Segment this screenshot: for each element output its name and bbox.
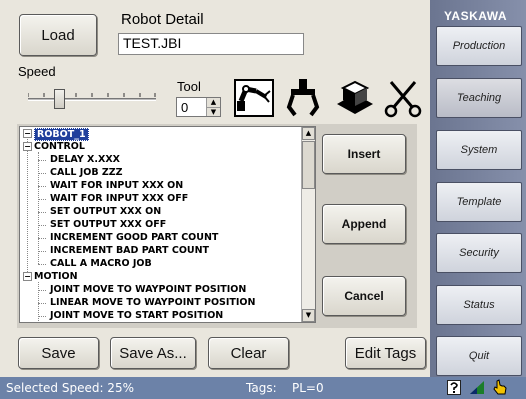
conveyor-icon[interactable] bbox=[333, 78, 373, 116]
save-as-button[interactable]: Save As... bbox=[110, 337, 196, 369]
tree-connector bbox=[38, 186, 46, 187]
job-name-value: TEST.JBI bbox=[123, 35, 182, 51]
tree-scrollbar[interactable]: ▲ ▼ bbox=[301, 127, 315, 322]
tree-item[interactable]: WAIT FOR INPUT XXX OFF bbox=[50, 193, 188, 204]
hand-pointer-icon bbox=[492, 379, 508, 396]
speed-slider[interactable] bbox=[22, 84, 162, 114]
robot-detail-label: Robot Detail bbox=[121, 11, 204, 28]
tree-item[interactable]: CALL A MACRO JOB bbox=[50, 258, 152, 269]
tool-spinner[interactable]: 0 ▲ ▼ bbox=[176, 97, 221, 117]
scroll-thumb[interactable] bbox=[302, 141, 315, 189]
tree-root[interactable]: ROBOT_1 bbox=[34, 128, 89, 141]
tree-connector bbox=[38, 160, 46, 161]
spin-down-button[interactable]: ▼ bbox=[206, 107, 220, 116]
speed-label: Speed bbox=[18, 64, 56, 79]
tree-connector bbox=[38, 238, 46, 239]
tree-connector bbox=[38, 152, 39, 264]
gripper-icon[interactable] bbox=[283, 77, 323, 117]
tree-item[interactable]: CALL JOB ZZZ bbox=[50, 167, 123, 178]
root-collapse-icon[interactable]: − bbox=[23, 129, 32, 138]
pl-text: PL=0 bbox=[292, 381, 324, 395]
spin-up-button[interactable]: ▲ bbox=[206, 98, 220, 107]
tree-connector bbox=[38, 199, 46, 200]
tree-connector bbox=[38, 264, 46, 265]
scroll-up-button[interactable]: ▲ bbox=[302, 127, 315, 140]
tree-connector bbox=[38, 212, 46, 213]
tree-item[interactable]: SET OUTPUT XXX ON bbox=[50, 206, 161, 217]
tree-item[interactable]: JOINT MOVE TO WAYPOINT POSITION bbox=[50, 284, 246, 295]
slider-ticks-svg bbox=[27, 93, 156, 97]
edit-tags-button[interactable]: Edit Tags bbox=[345, 337, 426, 369]
robot-arm-icon[interactable] bbox=[234, 79, 274, 117]
tool-label: Tool bbox=[177, 79, 201, 94]
tree-item[interactable]: INCREMENT GOOD PART COUNT bbox=[50, 232, 218, 243]
signal-icon bbox=[469, 380, 485, 395]
instruction-tree[interactable]: − ROBOT_1 − CONTROL DELAY X.XXX CALL JOB… bbox=[19, 126, 316, 323]
job-name-field[interactable]: TEST.JBI bbox=[118, 33, 304, 55]
scroll-down-button[interactable]: ▼ bbox=[302, 309, 315, 322]
tree-group-motion[interactable]: MOTION bbox=[34, 271, 78, 282]
tree-connector bbox=[38, 225, 46, 226]
clear-button[interactable]: Clear bbox=[208, 337, 289, 369]
nav-teaching[interactable]: Teaching bbox=[436, 78, 522, 118]
scissors-icon[interactable] bbox=[383, 78, 423, 118]
motion-collapse-icon[interactable]: − bbox=[23, 272, 32, 281]
tree-item[interactable]: JOINT MOVE TO START POSITION bbox=[50, 310, 223, 321]
nav-system[interactable]: System bbox=[436, 130, 522, 170]
tags-text: Tags: bbox=[246, 381, 277, 395]
tree-connector bbox=[38, 173, 46, 174]
slider-track bbox=[28, 98, 156, 101]
load-button[interactable]: Load bbox=[19, 14, 97, 56]
tree-connector bbox=[38, 290, 46, 291]
nav-template[interactable]: Template bbox=[436, 182, 522, 222]
control-collapse-icon[interactable]: − bbox=[23, 142, 32, 151]
tree-group-control[interactable]: CONTROL bbox=[34, 141, 85, 152]
tree-item[interactable]: DELAY X.XXX bbox=[50, 154, 120, 165]
tree-item[interactable]: INCREMENT BAD PART COUNT bbox=[50, 245, 209, 256]
tree-connector bbox=[38, 316, 46, 317]
save-button[interactable]: Save bbox=[18, 337, 99, 369]
tree-connector bbox=[38, 251, 46, 252]
slider-ticks bbox=[27, 86, 156, 97]
nav-status[interactable]: Status bbox=[436, 285, 522, 325]
append-button[interactable]: Append bbox=[322, 204, 406, 244]
status-bar: Selected Speed: 25% Tags: PL=0 bbox=[0, 377, 526, 399]
sidebar: YASKAWA Production Teaching System Templ… bbox=[430, 0, 526, 383]
brand-logo: YASKAWA bbox=[444, 9, 508, 23]
nav-quit[interactable]: Quit bbox=[436, 336, 522, 376]
tree-item[interactable]: WAIT FOR INPUT XXX ON bbox=[50, 180, 183, 191]
tree-item[interactable]: SET OUTPUT XXX OFF bbox=[50, 219, 166, 230]
selected-speed-text: Selected Speed: 25% bbox=[6, 381, 134, 395]
tree-connector bbox=[27, 139, 28, 272]
insert-button[interactable]: Insert bbox=[322, 134, 406, 174]
cancel-button[interactable]: Cancel bbox=[322, 276, 406, 316]
nav-security[interactable]: Security bbox=[436, 233, 522, 273]
help-icon[interactable] bbox=[447, 380, 461, 395]
slider-thumb[interactable] bbox=[54, 89, 65, 109]
tree-connector bbox=[38, 303, 46, 304]
tool-value: 0 bbox=[181, 100, 189, 115]
nav-production[interactable]: Production bbox=[436, 26, 522, 66]
tree-item[interactable]: LINEAR MOVE TO WAYPOINT POSITION bbox=[50, 297, 255, 308]
